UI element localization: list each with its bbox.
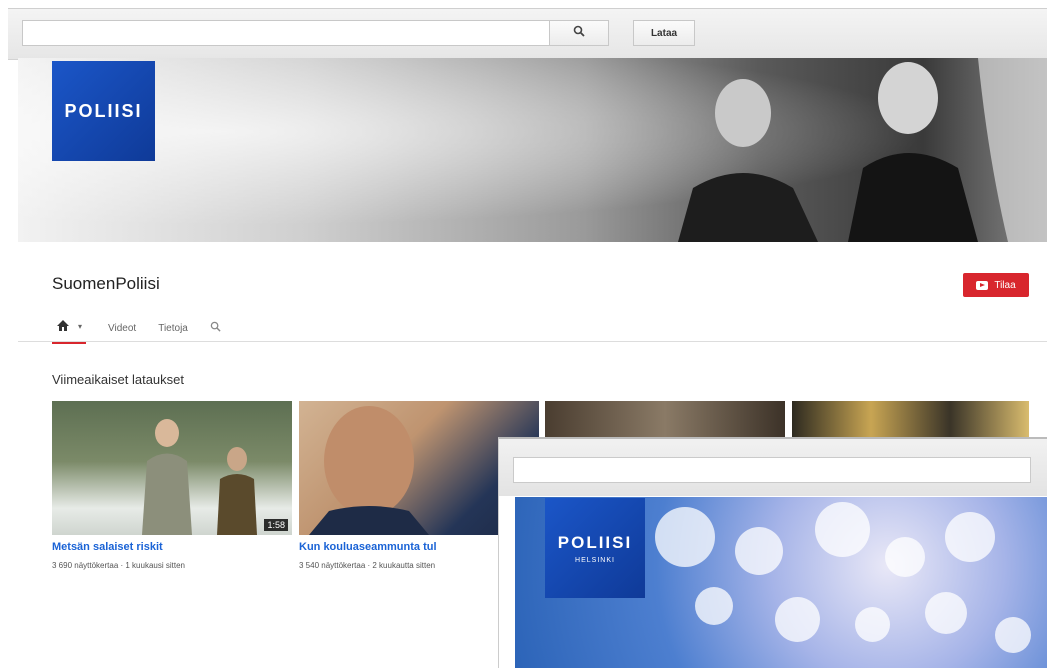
search-input[interactable] — [22, 20, 550, 46]
video-thumbnail-4[interactable] — [792, 401, 1029, 437]
overlay-logo-subtext: HELSINKI — [575, 556, 615, 564]
overlay-screenshot: POLIISI HELSINKI — [498, 437, 1047, 668]
video-meta-2: 3 540 näyttökertaa · 2 kuukautta sitten — [299, 561, 436, 570]
search-button[interactable] — [549, 20, 609, 46]
channel-banner — [18, 58, 1047, 242]
subscribe-label: Tilaa — [994, 279, 1016, 291]
video-meta-1: 3 690 näyttökertaa · 1 kuukausi sitten — [52, 561, 185, 570]
home-icon — [56, 319, 70, 335]
overlay-search-input[interactable] — [513, 457, 1031, 483]
tab-about[interactable]: Tietoja — [158, 323, 188, 334]
play-icon — [976, 280, 989, 290]
channel-logo: POLIISI — [52, 61, 155, 161]
overlay-top-bar — [499, 439, 1047, 496]
section-title: Viimeaikaiset lataukset — [52, 372, 184, 387]
banner-photo-officers — [678, 58, 1047, 242]
chevron-down-icon: ▾ — [78, 322, 83, 331]
video-thumbnail-3[interactable] — [545, 401, 785, 437]
upload-button[interactable]: Lataa — [633, 20, 695, 46]
tab-home[interactable]: ▾ — [52, 313, 87, 344]
video-title-2[interactable]: Kun kouluaseammunta tul — [299, 541, 489, 553]
video-thumbnail-1[interactable]: 1:58 — [52, 401, 292, 535]
top-bar: Lataa — [8, 8, 1047, 60]
video-title-1[interactable]: Metsän salaiset riskit — [52, 541, 292, 553]
overlay-logo-text: POLIISI — [557, 532, 633, 552]
overlay-channel-logo: POLIISI HELSINKI — [545, 498, 645, 598]
subscribe-button[interactable]: Tilaa — [963, 273, 1029, 297]
divider — [18, 341, 1047, 342]
tab-videos[interactable]: Videot — [108, 323, 136, 334]
channel-search-icon[interactable] — [210, 321, 221, 335]
video-duration: 1:58 — [264, 519, 288, 531]
channel-name: SuomenPoliisi — [52, 274, 160, 293]
search-icon — [573, 24, 585, 42]
channel-tabs: ▾ Videot Tietoja — [52, 313, 221, 344]
